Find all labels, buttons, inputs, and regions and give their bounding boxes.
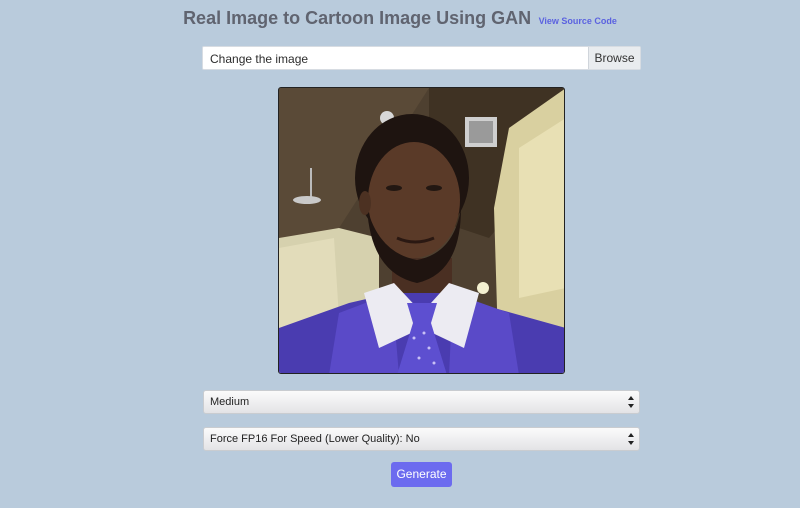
portrait-photo-icon xyxy=(279,88,564,373)
quality-select-value: Medium xyxy=(210,396,250,408)
page-title: Real Image to Cartoon Image Using GAN xyxy=(183,8,532,28)
page-header: Real Image to Cartoon Image Using GAN Vi… xyxy=(0,8,800,29)
file-input-label[interactable]: Change the image xyxy=(203,47,588,69)
fp16-select-value: Force FP16 For Speed (Lower Quality): No xyxy=(210,433,420,445)
fp16-select[interactable]: Force FP16 For Speed (Lower Quality): No xyxy=(203,427,640,451)
select-arrows-icon xyxy=(628,396,634,408)
quality-select[interactable]: Medium xyxy=(203,390,640,414)
browse-button[interactable]: Browse xyxy=(588,47,640,69)
uploaded-image-preview xyxy=(278,87,565,374)
select-arrows-icon xyxy=(628,433,634,445)
view-source-code-link[interactable]: View Source Code xyxy=(539,16,617,26)
generate-button[interactable]: Generate xyxy=(391,462,452,487)
file-upload-control[interactable]: Change the image Browse xyxy=(202,46,641,70)
